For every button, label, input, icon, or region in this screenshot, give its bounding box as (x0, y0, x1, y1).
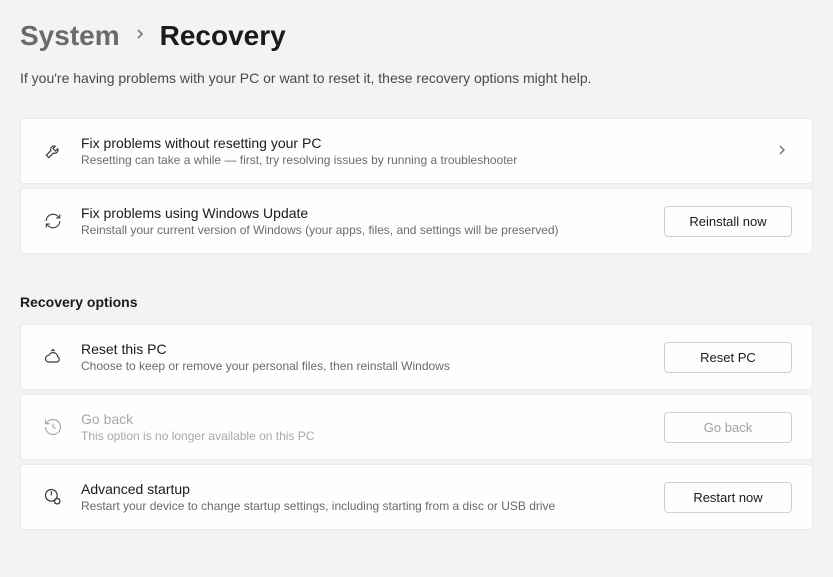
cloud-reset-icon (41, 345, 65, 369)
sync-icon (41, 209, 65, 233)
card-desc: Reinstall your current version of Window… (81, 223, 648, 237)
card-desc: Choose to keep or remove your personal f… (81, 359, 648, 373)
go-back-card: Go back This option is no longer availab… (20, 394, 813, 460)
card-desc: Resetting can take a while — first, try … (81, 153, 760, 167)
windows-update-reinstall-card: Fix problems using Windows Update Reinst… (20, 188, 813, 254)
wrench-icon (41, 139, 65, 163)
troubleshooter-card[interactable]: Fix problems without resetting your PC R… (20, 118, 813, 184)
restart-now-button[interactable]: Restart now (664, 482, 792, 513)
card-desc: This option is no longer available on th… (81, 429, 648, 443)
card-title: Fix problems using Windows Update (81, 205, 648, 221)
chevron-right-icon (134, 27, 146, 45)
go-back-button: Go back (664, 412, 792, 443)
power-gear-icon (41, 485, 65, 509)
reset-pc-button[interactable]: Reset PC (664, 342, 792, 373)
card-title: Advanced startup (81, 481, 648, 497)
chevron-right-icon (776, 143, 792, 159)
section-title: Recovery options (20, 294, 813, 310)
card-title: Reset this PC (81, 341, 648, 357)
history-icon (41, 415, 65, 439)
intro-text: If you're having problems with your PC o… (20, 70, 813, 86)
advanced-startup-card: Advanced startup Restart your device to … (20, 464, 813, 530)
breadcrumb: System Recovery (20, 20, 813, 52)
card-desc: Restart your device to change startup se… (81, 499, 648, 513)
page-title: Recovery (160, 20, 286, 52)
card-title: Fix problems without resetting your PC (81, 135, 760, 151)
breadcrumb-parent[interactable]: System (20, 20, 120, 52)
card-title: Go back (81, 411, 648, 427)
reset-pc-card: Reset this PC Choose to keep or remove y… (20, 324, 813, 390)
reinstall-now-button[interactable]: Reinstall now (664, 206, 792, 237)
